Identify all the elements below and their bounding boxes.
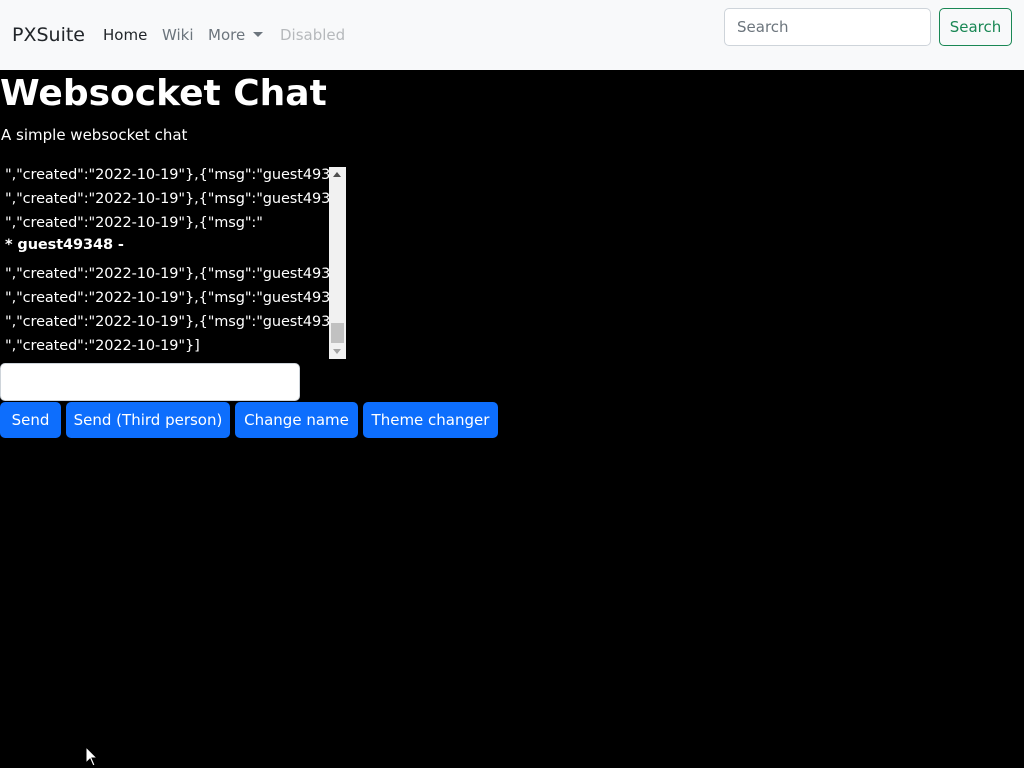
nav-link-home[interactable]: Home: [103, 26, 147, 44]
nav-dropdown-more[interactable]: More: [208, 26, 264, 44]
nav-link-disabled: Disabled: [280, 26, 346, 44]
chat-message-line: ","created":"2022-10-19"},{"msg":"guest4…: [5, 167, 329, 183]
brand-logo[interactable]: PXSuite: [12, 24, 85, 46]
send-button[interactable]: Send: [0, 402, 61, 438]
message-input[interactable]: [0, 363, 300, 401]
scroll-down-arrow-icon[interactable]: [333, 349, 341, 354]
caret-down-icon: [253, 32, 264, 37]
page-subtitle: A simple websocket chat: [1, 126, 188, 144]
chat-scrollbar[interactable]: [329, 167, 346, 359]
chat-user-header: * guest49348 -: [5, 237, 124, 253]
scroll-up-arrow-icon[interactable]: [333, 172, 341, 177]
page-title: Websocket Chat: [0, 73, 327, 114]
chat-message-line: ","created":"2022-10-19"},{"msg":"guest4…: [5, 266, 329, 282]
chat-log-content: ","created":"2022-10-19"},{"msg":"guest4…: [0, 167, 329, 359]
chat-log[interactable]: ","created":"2022-10-19"},{"msg":"guest4…: [0, 167, 346, 359]
chat-message-line: ","created":"2022-10-19"},{"msg":"guest4…: [5, 314, 329, 330]
theme-changer-button[interactable]: Theme changer: [363, 402, 498, 438]
mouse-pointer-icon: [85, 746, 99, 767]
chat-message-line: ","created":"2022-10-19"}]: [5, 338, 200, 354]
search-input[interactable]: [724, 8, 931, 46]
chat-message-line: ","created":"2022-10-19"},{"msg":": [5, 215, 263, 231]
nav-dropdown-more-label: More: [208, 26, 246, 44]
navbar: PXSuite Home Wiki More Disabled Search: [0, 0, 1024, 70]
send-third-person-button[interactable]: Send (Third person): [66, 402, 230, 438]
chat-message-line: ","created":"2022-10-19"},{"msg":"guest4…: [5, 290, 329, 306]
nav-link-wiki[interactable]: Wiki: [162, 26, 194, 44]
search-button[interactable]: Search: [939, 8, 1012, 46]
scrollbar-thumb[interactable]: [331, 323, 344, 343]
chat-message-line: ","created":"2022-10-19"},{"msg":"guest4…: [5, 191, 329, 207]
change-name-button[interactable]: Change name: [235, 402, 358, 438]
